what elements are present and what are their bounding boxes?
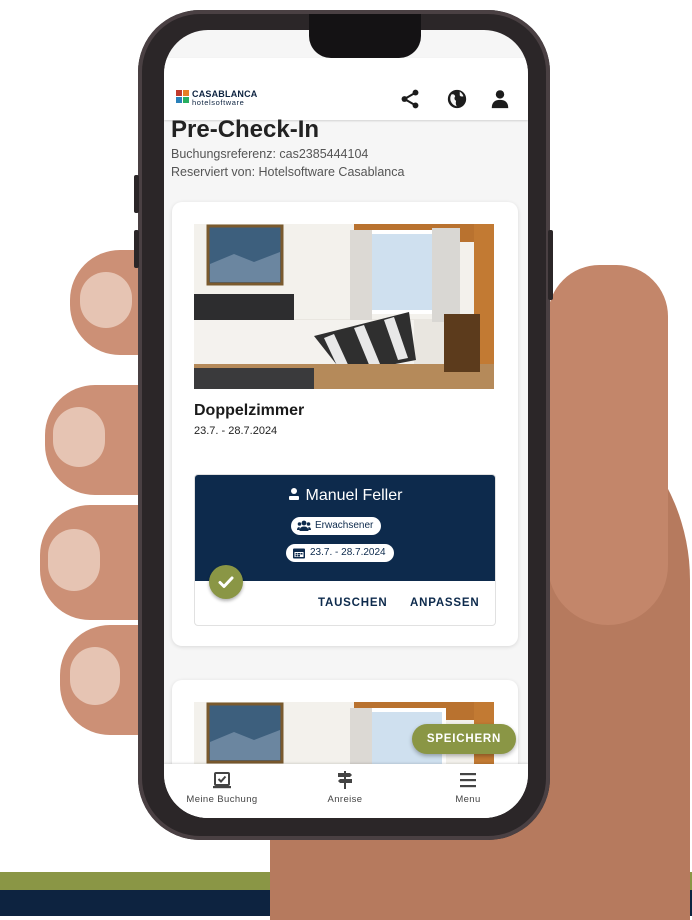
brand-logo[interactable]: CASABLANCA hotelsoftware [176, 88, 266, 108]
hand-thumb [548, 265, 668, 625]
room-name: Doppelzimmer [194, 402, 305, 419]
logo-subtitle: hotelsoftware [192, 98, 245, 107]
page-title: Pre-Check-In [171, 116, 320, 143]
logo-square [183, 97, 189, 103]
save-button[interactable]: SPEICHERN [412, 724, 516, 754]
nav-label: Menu [455, 794, 481, 805]
menu-icon [460, 773, 476, 788]
nav-label: Meine Buchung [186, 794, 258, 805]
logo-square [176, 97, 182, 103]
phone-screen: CASABLANCA hotelsoftware Pre-Check-In Bu… [164, 30, 528, 818]
logo-square [176, 90, 182, 96]
room-card: Doppelzimmer 23.7. - 28.7.2024 Manuel Fe… [172, 202, 518, 646]
guest-name-row: Manuel Feller [195, 487, 495, 505]
room-dates: 23.7. - 28.7.2024 [194, 425, 278, 437]
booking-icon [213, 772, 231, 789]
person-badge-icon [288, 488, 299, 500]
share-icon[interactable] [399, 88, 421, 110]
nav-label: Anreise [327, 794, 363, 805]
calendar-icon [293, 548, 305, 559]
check-icon [218, 576, 234, 588]
guest-dates-chip: 23.7. - 28.7.2024 [286, 544, 394, 562]
signpost-icon [338, 771, 352, 789]
globe-icon[interactable] [446, 88, 468, 110]
room-image [194, 224, 494, 389]
guest-dates: 23.7. - 28.7.2024 [310, 547, 386, 558]
guest-type: Erwachsener [315, 520, 374, 531]
logo-square [183, 90, 189, 96]
phone-side-button [134, 175, 139, 213]
bottom-navigation: Meine Buchung Anreise Menu [164, 764, 528, 818]
group-icon [297, 520, 311, 531]
reserved-by: Reserviert von: Hotelsoftware Casablanca [171, 165, 405, 179]
phone-side-button [134, 230, 139, 268]
booking-reference: Buchungsreferenz: cas2385444104 [171, 147, 369, 161]
guest-type-chip: Erwachsener [291, 517, 382, 535]
phone-power-button [548, 230, 553, 300]
swap-button[interactable]: TAUSCHEN [318, 597, 387, 609]
app-header: CASABLANCA hotelsoftware [164, 58, 528, 120]
user-icon[interactable] [489, 88, 511, 110]
phone-notch [309, 14, 421, 58]
guest-name: Manuel Feller [305, 487, 403, 504]
checked-in-status [209, 565, 243, 599]
adjust-button[interactable]: ANPASSEN [410, 597, 479, 609]
guest-card: Manuel Feller Erwachsener 23.7. - 28.7.2… [194, 474, 496, 626]
